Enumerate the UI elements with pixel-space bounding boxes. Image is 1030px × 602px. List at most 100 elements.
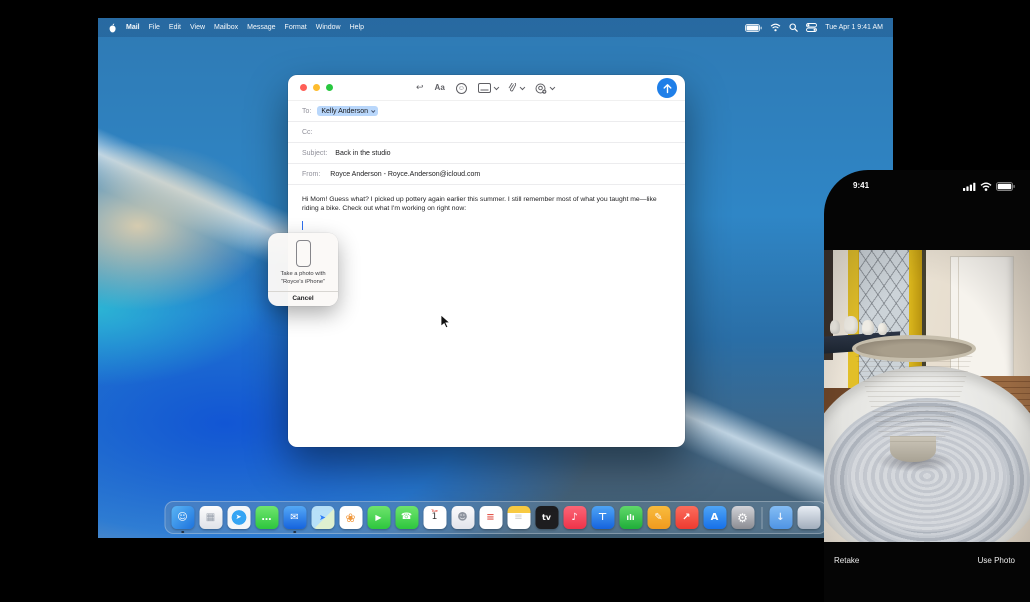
dock-app-store[interactable]: A [703,506,726,529]
retake-button[interactable]: Retake [834,556,859,565]
dock-finder[interactable]: ☺ [171,506,194,529]
dock-phone[interactable]: ☎ [395,506,418,529]
camera-photo-preview [824,250,1030,542]
dock-safari[interactable]: ➤ [227,506,250,529]
subject-value: Back in the studio [335,150,390,157]
mac-desktop: Mail File Edit View Mailbox Message Format Win… [98,18,893,538]
messages-icon: … [262,513,272,523]
apple-menu[interactable] [108,23,117,33]
paperclip-icon [508,83,517,94]
to-field[interactable]: To: Kelly Anderson [288,101,685,122]
undo-icon[interactable]: ↩ [416,84,424,93]
compose-toolbar: ↩ Aa ☺ [416,79,553,97]
iphone-clock: 9:41 [853,181,869,190]
dock-mail[interactable]: ✉ [283,506,306,529]
menu-item-mailbox[interactable]: Mailbox [214,24,238,31]
dock-contacts[interactable]: ☻ [451,506,474,529]
photo-vignette [824,250,1030,542]
recipient-name: Kelly Anderson [321,108,368,115]
from-label: From: [302,171,320,178]
dock-pages[interactable]: ✎ [647,506,670,529]
rocket-icon: ↗ [682,513,690,523]
menu-bar-status: Tue Apr 1 9:41 AM [745,23,883,32]
cc-field[interactable]: Cc: [288,122,685,143]
dock-trash[interactable] [797,506,820,529]
use-photo-button[interactable]: Use Photo [978,556,1015,565]
close-button[interactable] [300,84,307,91]
menu-clock[interactable]: Tue Apr 1 9:41 AM [825,24,883,31]
minimize-button[interactable] [313,84,320,91]
menu-item-format[interactable]: Format [285,24,307,31]
safari-icon: ➤ [236,514,242,521]
control-center-icon[interactable] [806,23,817,32]
media-format-button[interactable] [478,83,498,93]
running-indicator-dot [293,531,296,534]
dock-facetime[interactable]: ▶ [367,506,390,529]
dock-downloads[interactable]: ↓ [769,506,792,529]
emoji-icon[interactable]: ☺ [456,83,467,94]
chevron-down-icon [550,85,555,90]
wifi-icon [980,182,992,191]
running-indicator-dot [181,531,184,534]
dock-reminders[interactable]: ≡ [479,506,502,529]
downloads-icon: ↓ [776,513,784,523]
message-body[interactable]: Hi Mom! Guess what? I picked up pottery … [288,185,678,213]
menu-item-edit[interactable]: Edit [169,24,181,31]
recipient-token[interactable]: Kelly Anderson [317,106,378,116]
dock-photos[interactable]: ❀ [339,506,362,529]
calendar-icon: 1 [432,513,438,522]
reminders-icon: ≡ [486,513,494,523]
camera-insert-icon [535,83,547,94]
dock-numbers[interactable]: ılı [619,506,642,529]
camera-insert-button[interactable] [535,83,554,94]
dock-calendar-top-label: Tue [423,508,446,513]
menu-item-message[interactable]: Message [247,24,275,31]
iphone-status-icons [963,182,1015,191]
iphone-status-bar: 9:41 [824,170,1030,200]
mouse-cursor [440,314,452,330]
menu-app-name[interactable]: Mail [126,24,140,31]
screenshot-stage: Mail File Edit View Mailbox Message Format Win… [0,0,1030,602]
menu-item-help[interactable]: Help [350,24,364,31]
menu-item-view[interactable]: View [190,24,205,31]
dock-keynote[interactable]: ⊤ [591,506,614,529]
maps-icon: ➤ [319,514,326,522]
from-value: Royce Anderson - Royce.Anderson@icloud.c… [330,171,480,178]
app-store-icon: A [711,513,719,523]
dock-notes[interactable]: ≡ [507,506,530,529]
photo-placeholder-icon [478,83,491,93]
subject-field[interactable]: Subject: Back in the studio [288,143,685,164]
battery-icon[interactable] [745,24,762,32]
dock: ☺▦➤…✉➤❀▶☎Tue1☻≡≡tv♪⊤ılı✎↗A⚙↓ [164,501,827,534]
menu-item-window[interactable]: Window [316,24,341,31]
dock-apple-tv[interactable]: tv [535,506,558,529]
dock-messages[interactable]: … [255,506,278,529]
cancel-button[interactable]: Cancel [292,295,313,302]
search-icon[interactable] [789,23,798,32]
format-icon[interactable]: Aa [435,84,445,92]
iphone-outline-icon [296,240,311,267]
wifi-icon[interactable] [770,23,781,32]
dock-calendar[interactable]: Tue1 [423,506,446,529]
notes-icon: ≡ [514,513,522,523]
cc-label: Cc: [302,129,313,136]
zoom-button[interactable] [326,84,333,91]
battery-icon [996,182,1015,191]
attachment-button[interactable] [508,83,524,94]
system-settings-icon: ⚙ [737,512,748,524]
menu-bar: Mail File Edit View Mailbox Message Format Win… [98,18,893,37]
dock-launchpad[interactable]: ▦ [199,506,222,529]
subject-label: Subject: [302,150,327,157]
pages-icon: ✎ [654,513,662,523]
mail-icon: ✉ [290,513,298,523]
finder-icon: ☺ [177,513,187,523]
from-field[interactable]: From: Royce Anderson - Royce.Anderson@ic… [288,164,685,185]
menu-item-file[interactable]: File [149,24,160,31]
dock-music[interactable]: ♪ [563,506,586,529]
send-button[interactable] [657,78,677,98]
dock-maps[interactable]: ➤ [311,506,334,529]
dock-rocket[interactable]: ↗ [675,506,698,529]
send-arrow-icon [662,83,673,94]
chevron-down-icon [371,108,375,112]
dock-system-settings[interactable]: ⚙ [731,506,754,529]
